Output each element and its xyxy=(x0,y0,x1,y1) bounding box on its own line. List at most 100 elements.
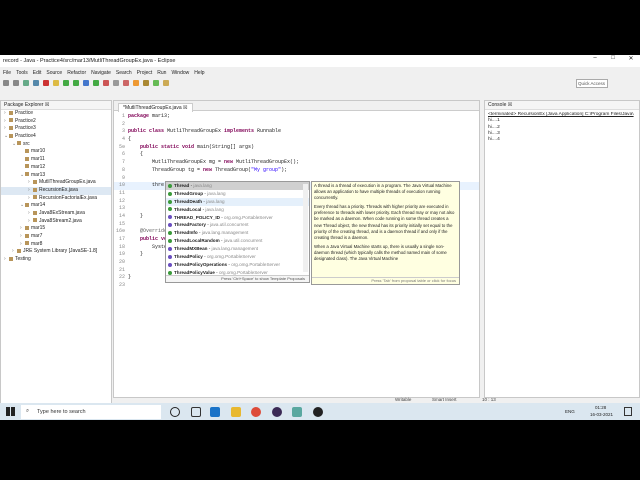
toolbar-button-icon[interactable] xyxy=(123,79,129,86)
toolbar-button-icon[interactable] xyxy=(23,79,29,86)
project-icon xyxy=(9,256,13,261)
toolbar-button-icon[interactable] xyxy=(143,79,149,86)
toolbar-button-icon[interactable] xyxy=(103,79,109,86)
clock-date[interactable]: 16-03-2021 xyxy=(590,412,613,417)
taskbar-search-input[interactable]: ⌕ Type here to search xyxy=(21,405,161,419)
code-line[interactable]: 8 ThreadGroup tg = new ThreadGroup("My g… xyxy=(114,167,479,175)
tree-item[interactable]: › mar7 xyxy=(1,233,111,241)
task-view-icon[interactable] xyxy=(191,407,201,417)
code-line[interactable]: 5⊖ public static void main(String[] args… xyxy=(114,144,479,152)
java-file-icon xyxy=(33,179,37,184)
editor-tab[interactable]: *MutliThreadGroupEx.java ☒ xyxy=(118,103,193,112)
proposal-item[interactable]: ThreadLocal - java.lang xyxy=(166,206,309,214)
tree-item[interactable]: mar12 xyxy=(1,164,111,172)
proposal-item[interactable]: ThreadDeath - java.lang xyxy=(166,197,309,206)
mail-icon[interactable] xyxy=(210,407,220,417)
eclipse-icon[interactable] xyxy=(272,407,282,417)
line-number: 14 xyxy=(118,212,125,219)
line-number: 6 xyxy=(121,151,125,158)
chrome-icon[interactable] xyxy=(251,407,261,417)
maximize-button[interactable]: □ xyxy=(604,55,622,62)
tree-item[interactable]: › Practice2 xyxy=(1,118,111,126)
tree-item[interactable]: › Testing xyxy=(1,256,111,264)
proposal-item[interactable]: ThreadGroup - java.lang xyxy=(166,190,309,198)
proposal-item[interactable]: ThreadFactory - java.util.concurrent xyxy=(166,221,309,229)
tree-item[interactable]: ⌄ mar13 xyxy=(1,172,111,180)
tree-item[interactable]: › Java8Stream2.java xyxy=(1,218,111,226)
tree-item[interactable]: › mar15 xyxy=(1,225,111,233)
notification-icon[interactable] xyxy=(624,407,632,416)
search-icon: ⌕ xyxy=(26,408,30,414)
menu-refactor[interactable]: Refactor xyxy=(67,70,86,76)
menu-help[interactable]: Help xyxy=(194,70,204,76)
quick-access-input[interactable]: Quick Access xyxy=(576,79,608,88)
menu-tools[interactable]: Tools xyxy=(16,70,28,76)
proposal-item[interactable]: ThreadInfo - java.lang.management xyxy=(166,229,309,237)
toolbar-button-icon[interactable] xyxy=(73,79,79,86)
tree-item[interactable]: › mar8 xyxy=(1,241,111,249)
toolbar-button-icon[interactable] xyxy=(93,79,99,86)
tree-item[interactable]: › RecursionEx.java xyxy=(1,186,111,195)
cortana-icon[interactable] xyxy=(170,407,180,417)
proposal-item[interactable]: ThreadMXBean - java.lang.management xyxy=(166,245,309,253)
toolbar-button-icon[interactable] xyxy=(153,79,159,86)
code-line[interactable]: 1 package mar13; xyxy=(114,113,479,121)
package-explorer: Package Explorer ☒ › Practice › Practice2 › P… xyxy=(0,100,112,418)
menu-source[interactable]: Source xyxy=(46,70,62,76)
toolbar-button-icon[interactable] xyxy=(133,79,139,86)
windows-start-icon[interactable] xyxy=(6,407,15,416)
line-number: 20 xyxy=(118,259,125,266)
tree-item[interactable]: › MutliThreadGroupEx.java xyxy=(1,179,111,187)
proposal-type-icon xyxy=(168,207,172,212)
menu-navigate[interactable]: Navigate xyxy=(91,70,111,76)
popup-scrollbar[interactable] xyxy=(303,184,308,272)
line-number: 4 xyxy=(121,136,125,143)
proposal-item[interactable]: ThreadLocalRandom - java.util.concurrent xyxy=(166,237,309,245)
toolbar-button-icon[interactable] xyxy=(33,79,39,86)
tree-item[interactable]: ⌄ src xyxy=(1,141,111,149)
app-icon[interactable] xyxy=(292,407,302,417)
tree-item[interactable]: › RecursionFactorialEx.java xyxy=(1,195,111,203)
tree-item[interactable]: › Java8ExStream.java xyxy=(1,210,111,218)
toolbar-button-icon[interactable] xyxy=(113,79,119,86)
proposal-item[interactable]: ThreadPolicy - org.omg.PortableServer xyxy=(166,253,309,261)
toolbar-button-icon[interactable] xyxy=(83,79,89,86)
menu-edit[interactable]: Edit xyxy=(33,70,42,76)
code-line[interactable]: 4{ xyxy=(114,136,479,144)
tree-item[interactable]: › JRE System Library [JavaSE-1.8] xyxy=(1,248,111,256)
tree-item[interactable]: ⌄ Practice4 xyxy=(1,133,111,141)
tree-item[interactable]: › Practice xyxy=(1,110,111,118)
menu-run[interactable]: Run xyxy=(157,70,166,76)
menu-file[interactable]: File xyxy=(3,70,11,76)
tree-item[interactable]: mar11 xyxy=(1,156,111,164)
toolbar-button-icon[interactable] xyxy=(53,79,59,86)
code-line[interactable]: 7 MutliThreadGroupEx mg = new MutliThrea… xyxy=(114,159,479,167)
code-line[interactable]: 6 { xyxy=(114,151,479,159)
code-line[interactable]: 3 public class MutliThreadGroupEx impleme… xyxy=(114,128,479,136)
file-explorer-icon[interactable] xyxy=(231,407,241,417)
code-line[interactable]: 2 xyxy=(114,121,479,129)
proposal-type-icon xyxy=(168,254,172,259)
menu-window[interactable]: Window xyxy=(171,70,189,76)
code-text: thre xyxy=(128,182,165,189)
tree-item[interactable]: › Practice3 xyxy=(1,125,111,133)
toolbar-button-icon[interactable] xyxy=(163,79,169,86)
proposal-item[interactable]: ThreadPolicyOperations - org.omg.Portabl… xyxy=(166,261,309,269)
obs-icon[interactable] xyxy=(313,407,323,417)
toolbar-button-icon[interactable] xyxy=(63,79,69,86)
clock-time[interactable]: 01:28 xyxy=(595,405,606,410)
proposal-item[interactable]: THREAD_POLICY_ID - org.omg.PortableServe… xyxy=(166,214,309,222)
menu-project[interactable]: Project xyxy=(137,70,153,76)
minimize-button[interactable]: – xyxy=(586,55,604,62)
toolbar-button-icon[interactable] xyxy=(3,79,9,86)
language-indicator[interactable]: ENG xyxy=(565,409,575,414)
console-tab[interactable]: Console ☒ xyxy=(488,102,512,108)
close-button[interactable]: ✕ xyxy=(622,55,640,62)
proposal-item[interactable]: Thread - java.lang xyxy=(166,182,309,190)
toolbar-button-icon[interactable] xyxy=(13,79,19,86)
tree-item[interactable]: ⌄ mar14 xyxy=(1,202,111,210)
tree-item[interactable]: mar10 xyxy=(1,148,111,156)
toolbar-button-icon[interactable] xyxy=(43,79,49,86)
package-explorer-tab[interactable]: Package Explorer ☒ xyxy=(4,102,49,108)
menu-search[interactable]: Search xyxy=(116,70,132,76)
